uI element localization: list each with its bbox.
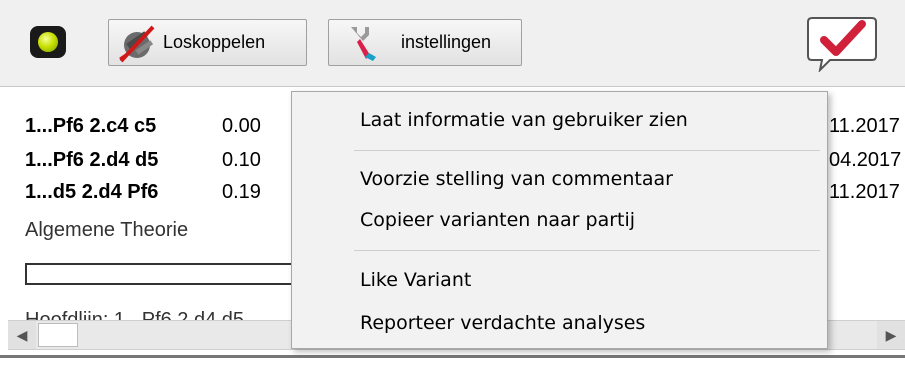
scroll-right-icon[interactable]: ▶ (877, 321, 905, 349)
variant-date: 04.2017 (829, 149, 902, 171)
theory-label: Algemene Theorie (25, 219, 189, 241)
variant-move: 1...d5 2.d4 Pf6 (25, 181, 159, 203)
wrench-icon (351, 26, 376, 61)
variant-value: 0.00 (222, 115, 261, 137)
variant-move: 1...Pf6 2.c4 c5 (25, 115, 157, 137)
variant-row[interactable]: 1...Pf6 2.d4 d5 0.10 (25, 149, 261, 172)
menu-item-label: Like Variant (360, 269, 472, 291)
status-led-icon (30, 26, 66, 58)
menu-item-copy-variants[interactable]: Copieer varianten naar partij (292, 200, 827, 240)
variant-move: 1...Pf6 2.d4 d5 (25, 149, 159, 171)
menu-item-label: Laat informatie van gebruiker zien (360, 109, 688, 131)
variant-value: 0.10 (222, 149, 261, 171)
variant-date: 11.2017 (829, 115, 900, 137)
variant-row[interactable]: 1...d5 2.d4 Pf6 0.19 (25, 181, 261, 204)
variant-value: 0.19 (222, 181, 261, 203)
menu-separator (354, 250, 820, 251)
checkmark-speech-icon[interactable] (806, 14, 878, 72)
status-led-light (38, 32, 58, 52)
menu-item-report-analyses[interactable]: Reporteer verdachte analyses (292, 303, 827, 343)
panel-divider (0, 355, 905, 358)
disconnect-label: Loskoppelen (163, 32, 266, 52)
menu-item-label: Reporteer verdachte analyses (360, 312, 646, 334)
menu-separator (354, 150, 820, 151)
variant-date: 11.2017 (829, 181, 900, 203)
settings-button[interactable]: instellingen (328, 19, 522, 66)
variant-row[interactable]: 1...Pf6 2.c4 c5 0.00 (25, 115, 261, 138)
theory-progress-bar (25, 263, 315, 285)
disconnect-button[interactable]: Loskoppelen (108, 19, 307, 66)
context-menu: Laat informatie van gebruiker zien Voorz… (291, 91, 828, 349)
menu-item-comment-position[interactable]: Voorzie stelling van commentaar (292, 159, 827, 199)
menu-item-label: Copieer varianten naar partij (360, 209, 636, 231)
menu-item-label: Voorzie stelling van commentaar (360, 168, 673, 190)
scrollbar-thumb[interactable] (38, 323, 78, 347)
disconnect-plug-icon (119, 25, 155, 62)
menu-item-like-variant[interactable]: Like Variant (292, 260, 827, 300)
settings-label: instellingen (401, 32, 492, 52)
toolbar: Loskoppelen instellingen (0, 0, 905, 87)
scroll-left-icon[interactable]: ◀ (8, 321, 36, 349)
menu-item-show-user-info[interactable]: Laat informatie van gebruiker zien (292, 100, 827, 140)
